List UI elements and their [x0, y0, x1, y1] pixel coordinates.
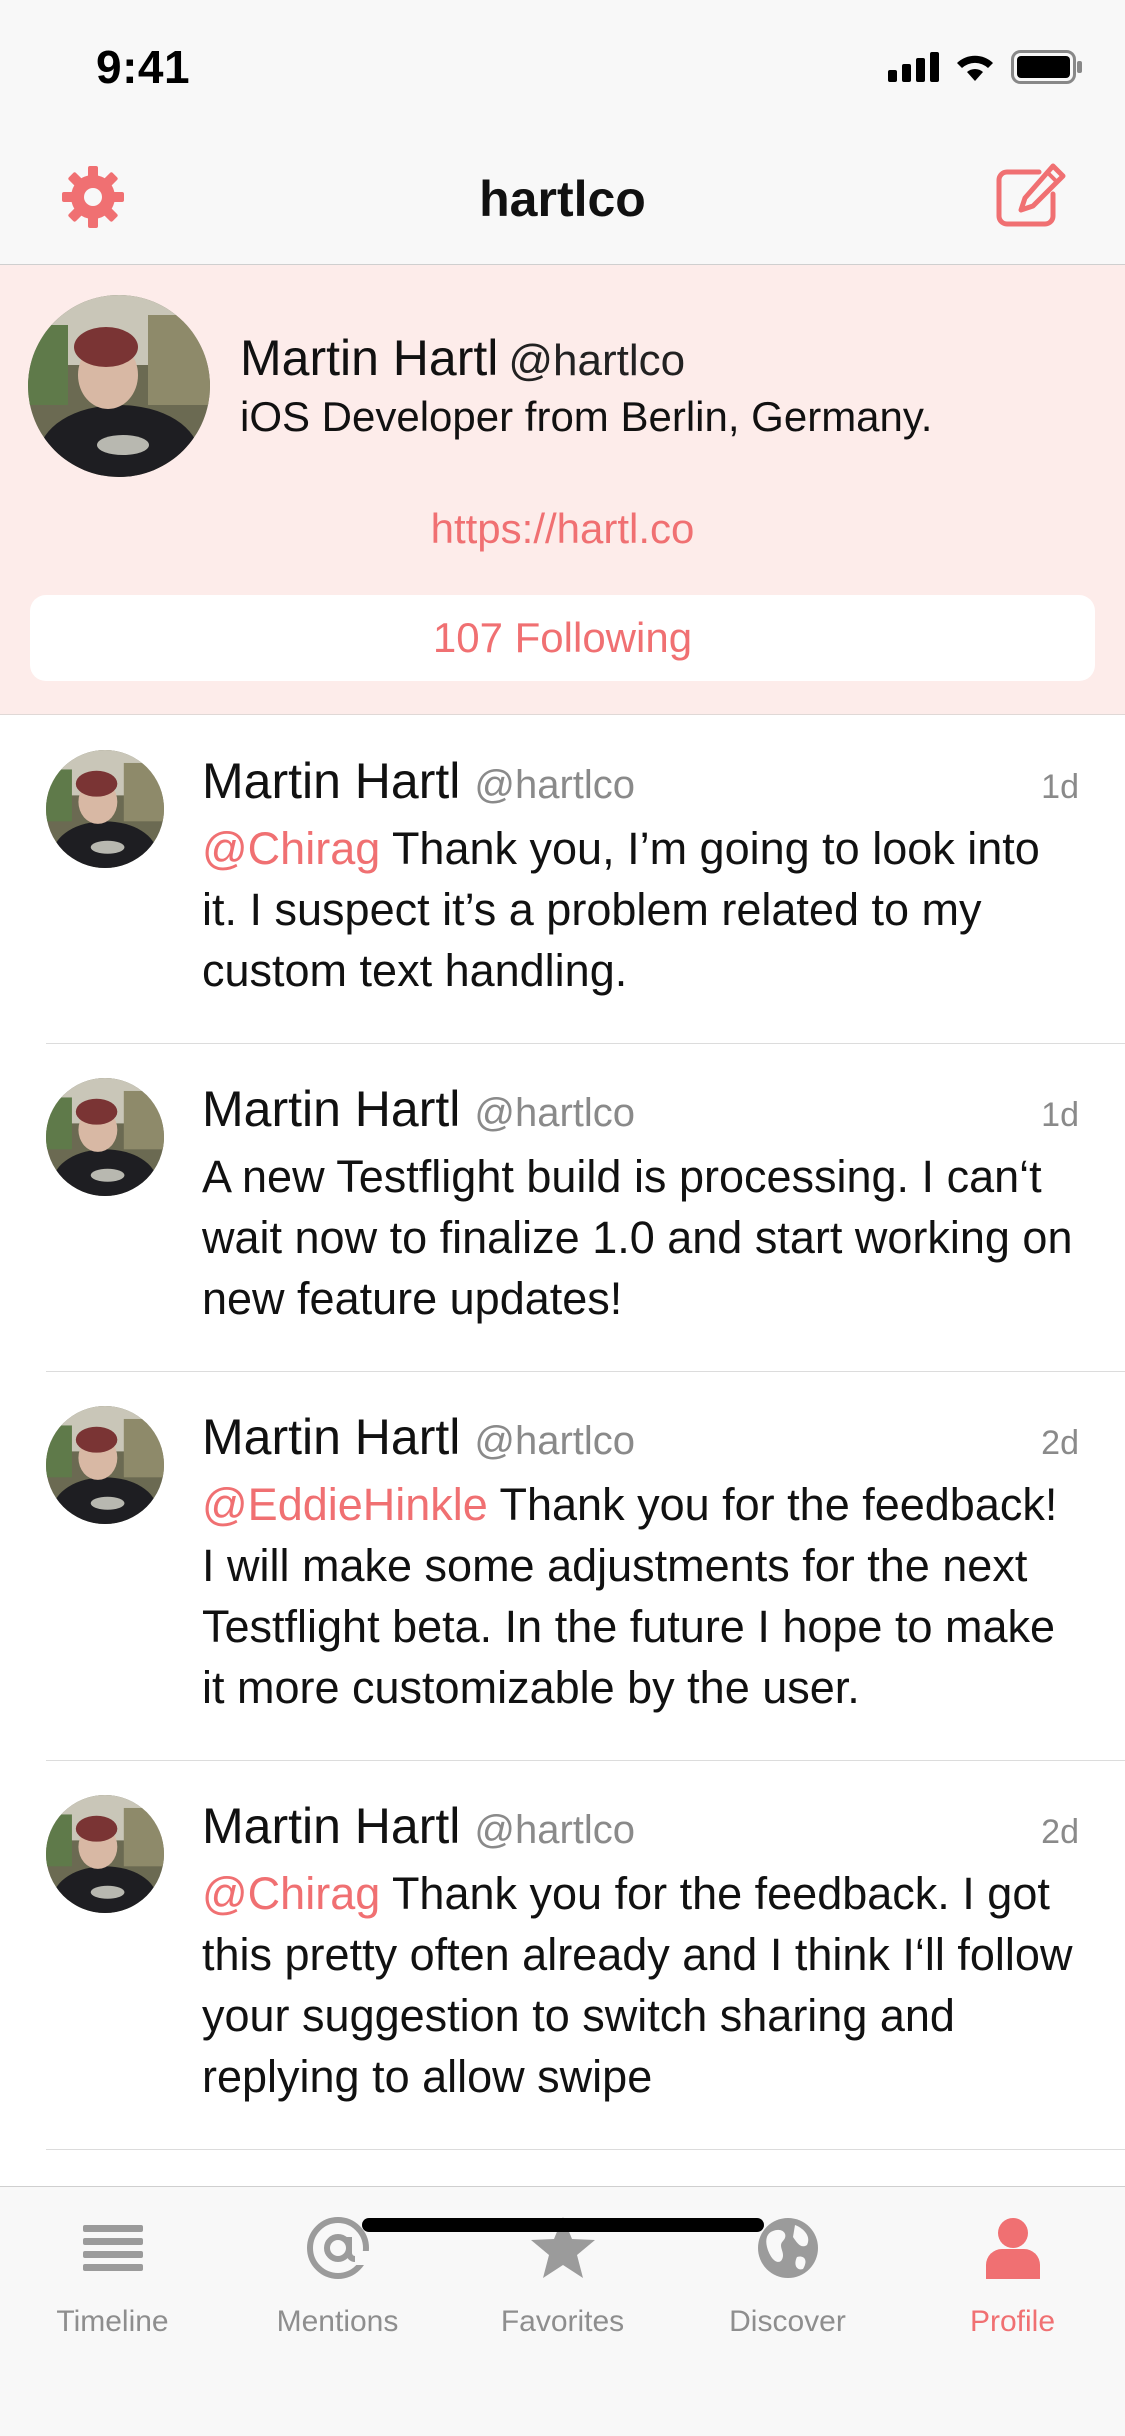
tweet-row[interactable]: Martin Hartl @hartlco 2d @Chirag Thank you … [46, 1761, 1125, 2150]
tab-favorites[interactable]: Favorites [450, 2187, 675, 2353]
profile-name-line: Martin Hartl @hartlco [240, 329, 685, 387]
timeline[interactable]: Martin Hartl @hartlco 1d @Chirag Thank you,… [0, 716, 1125, 2150]
profile-handle: @hartlco [508, 336, 686, 385]
avatar[interactable] [46, 750, 164, 868]
tweet-header: Martin Hartl @hartlco 2d [202, 1408, 1079, 1466]
tweet-text: @Chirag Thank you, I’m going to look int… [202, 818, 1079, 1001]
tweet-body: Martin Hartl @hartlco 2d @Chirag Thank you … [202, 1761, 1125, 2149]
tweet-text: @EddieHinkle Thank you for the feedback!… [202, 1474, 1079, 1718]
battery-icon [1011, 50, 1082, 84]
tweet-header: Martin Hartl @hartlco 2d [202, 1797, 1079, 1855]
tweet-author-handle: @hartlco [474, 763, 636, 807]
profile-name: Martin Hartl [240, 330, 499, 386]
tweet-author-handle: @hartlco [474, 1808, 636, 1852]
tab-profile[interactable]: Profile [900, 2187, 1125, 2353]
following-button[interactable]: 107 Following [30, 595, 1095, 681]
tweet-author-name: Martin Hartl [202, 1081, 461, 1137]
tweet-content: A new Testflight build is processing. I … [202, 1151, 1073, 1324]
tweet-row[interactable]: Martin Hartl @hartlco 1d @Chirag Thank you,… [46, 716, 1125, 1044]
avatar[interactable] [28, 295, 210, 477]
tweet-text: A new Testflight build is processing. I … [202, 1146, 1079, 1329]
tab-label: Favorites [500, 2305, 625, 2338]
tweet-body: Martin Hartl @hartlco 1d @Chirag Thank you,… [202, 716, 1125, 1043]
wifi-icon [957, 55, 993, 81]
tweet-timestamp: 1d [1041, 768, 1079, 806]
tab-label: Mentions [276, 2305, 399, 2338]
tweet-author-name: Martin Hartl [202, 1798, 461, 1854]
mention-link[interactable]: @Chirag [202, 823, 380, 874]
status-icons [888, 50, 1083, 84]
tweet-text: @Chirag Thank you for the feedback. I go… [202, 1863, 1079, 2107]
home-indicator [362, 2218, 764, 2232]
tweet-body: Martin Hartl @hartlco 2d @EddieHinkle Thank… [202, 1372, 1125, 1760]
person-icon [985, 2218, 1040, 2279]
mention-link[interactable]: @Chirag [202, 1868, 380, 1919]
timeline-icon [82, 2225, 143, 2271]
avatar[interactable] [46, 1078, 164, 1196]
tweet-author-name: Martin Hartl [202, 753, 461, 809]
avatar[interactable] [46, 1795, 164, 1913]
compose-icon[interactable] [995, 162, 1067, 228]
tweet-timestamp: 2d [1041, 1813, 1079, 1851]
tweet-body: Martin Hartl @hartlco 1d A new Testflight b… [202, 1044, 1125, 1371]
tweet-author-name: Martin Hartl [202, 1409, 461, 1465]
tweet-author-handle: @hartlco [474, 1419, 636, 1463]
tweet-header: Martin Hartl @hartlco 1d [202, 752, 1079, 810]
tab-timeline[interactable]: Timeline [0, 2187, 225, 2353]
tab-mentions[interactable]: Mentions [225, 2187, 450, 2353]
page-title: hartlco [479, 171, 646, 227]
profile-header: Martin Hartl @hartlco iOS Developer from … [0, 265, 1125, 715]
mention-link[interactable]: @EddieHinkle [202, 1479, 488, 1530]
status-bar: 9:41 [0, 0, 1125, 132]
profile-bio: iOS Developer from Berlin, Germany. [240, 393, 933, 440]
status-time: 9:41 [96, 41, 191, 93]
navigation-bar: hartlco [0, 132, 1125, 265]
cellular-signal-icon [888, 52, 939, 82]
tab-discover[interactable]: Discover [675, 2187, 900, 2353]
tweet-author-handle: @hartlco [474, 1091, 636, 1135]
tab-label: Profile [969, 2305, 1056, 2338]
tweet-timestamp: 1d [1041, 1096, 1079, 1134]
avatar[interactable] [46, 1406, 164, 1524]
tab-label: Timeline [56, 2305, 169, 2338]
tweet-timestamp: 2d [1041, 1424, 1079, 1462]
tab-label: Discover [729, 2305, 846, 2338]
tweet-row[interactable]: Martin Hartl @hartlco 2d @EddieHinkle Thank… [46, 1372, 1125, 1761]
profile-link[interactable]: https://hartl.co [0, 505, 1125, 553]
tweet-header: Martin Hartl @hartlco 1d [202, 1080, 1079, 1138]
tweet-row[interactable]: Martin Hartl @hartlco 1d A new Testflight b… [46, 1044, 1125, 1372]
